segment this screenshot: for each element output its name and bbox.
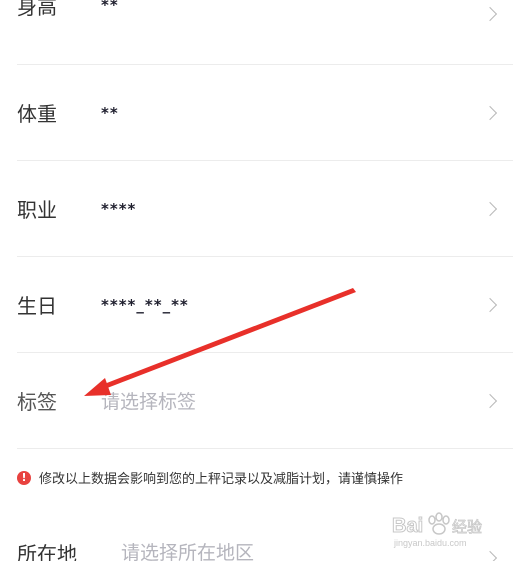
tags-label: 标签	[17, 390, 57, 414]
weight-label: 体重	[17, 102, 57, 126]
occupation-value: ****	[101, 199, 137, 218]
baidu-paw-icon: Bai 经验 jingyan.baidu.com	[392, 512, 482, 548]
warning-icon: !	[17, 470, 31, 485]
warning-notice: ! 修改以上数据会影响到您的上秤记录以及减脂计划，请谨慎操作	[17, 468, 403, 487]
watermark-brand: Bai	[392, 515, 423, 537]
row-tags[interactable]: 标签 请选择标签	[17, 353, 513, 449]
baidu-watermark: Bai 经验 jingyan.baidu.com	[392, 508, 496, 550]
row-birthday[interactable]: 生日 ****_**_**	[17, 257, 513, 353]
location-label: 所在地	[17, 542, 77, 561]
birthday-value: ****_**_**	[101, 295, 189, 314]
warning-text: 修改以上数据会影响到您的上秤记录以及减脂计划，请谨慎操作	[39, 472, 404, 487]
watermark-brand2: 经验	[452, 518, 482, 536]
row-height[interactable]: 身高 **	[17, 0, 513, 65]
height-value: **	[101, 0, 119, 14]
profile-edit-page: 身高 ** 体重 ** 职业 **** 生日 ****_**_** 标签 请选择…	[0, 0, 513, 561]
birthday-label: 生日	[17, 294, 57, 318]
height-label: 身高	[17, 0, 57, 19]
watermark-url: jingyan.baidu.com	[393, 538, 467, 548]
row-weight[interactable]: 体重 **	[17, 65, 513, 161]
row-occupation[interactable]: 职业 ****	[17, 161, 513, 257]
weight-value: **	[101, 103, 119, 122]
occupation-label: 职业	[17, 198, 57, 222]
tags-placeholder: 请选择标签	[101, 391, 197, 413]
